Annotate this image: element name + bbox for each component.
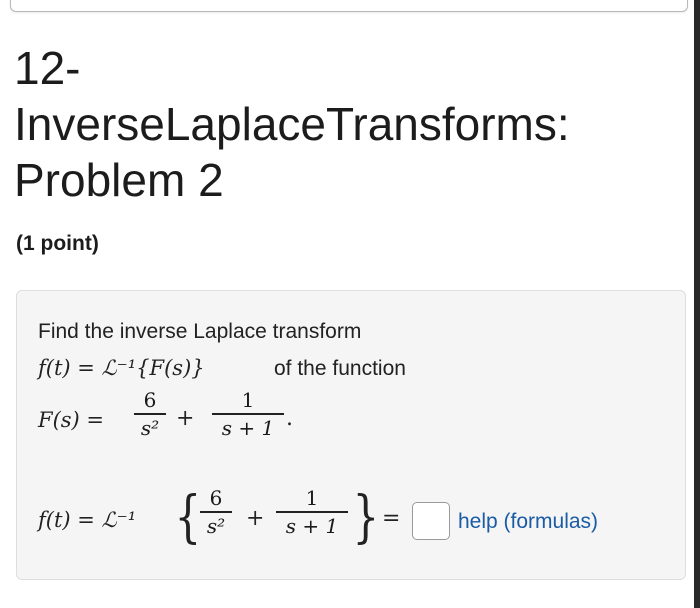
answer-frac2-bar (276, 511, 348, 513)
title-line-3: Problem 2 (14, 154, 224, 206)
of-function-text: of the function (274, 357, 406, 380)
brace-close: } (352, 485, 380, 550)
title-line-1: 12- (14, 42, 81, 94)
frac2-denominator: s + 1 (221, 415, 275, 440)
scroll-edge (694, 0, 700, 608)
top-card-edge (10, 0, 688, 12)
plus-sign: + (176, 406, 195, 431)
ft-definition: f(t) = ℒ⁻¹{F(s)} (38, 356, 205, 380)
frac1-bar (134, 413, 166, 415)
answer-fraction-1-over-s-plus-1: 1 s + 1 (276, 486, 348, 538)
answer-frac2-numerator: 1 (305, 486, 319, 510)
points-label: (1 point) (16, 232, 99, 255)
fraction-1-over-s-plus-1: 1 s + 1 (212, 388, 284, 440)
brace-open: { (174, 485, 202, 550)
Fs-lhs: F(s) = (38, 408, 105, 432)
help-formulas-link[interactable]: help (formulas) (458, 510, 598, 534)
answer-frac1-bar (200, 511, 232, 513)
title-line-2: InverseLaplaceTransforms: (14, 98, 570, 150)
fraction-6-over-s2: 6 s² (134, 388, 166, 440)
answer-equals: = (382, 506, 401, 531)
frac1-numerator: 6 (143, 388, 157, 412)
instruction-text: Find the inverse Laplace transform (38, 320, 362, 343)
period: . (286, 406, 293, 431)
answer-plus-sign: + (246, 506, 265, 531)
frac2-bar (212, 413, 284, 415)
frac1-denominator: s² (140, 415, 160, 440)
answer-frac1-numerator: 6 (209, 486, 223, 510)
problem-title: 12- InverseLaplaceTransforms: Problem 2 (14, 40, 694, 208)
answer-frac2-denominator: s + 1 (285, 513, 339, 538)
frac2-numerator: 1 (241, 388, 255, 412)
answer-lhs: f(t) = ℒ⁻¹ (38, 508, 137, 532)
answer-frac1-denominator: s² (206, 513, 226, 538)
answer-fraction-6-over-s2: 6 s² (200, 486, 232, 538)
answer-input[interactable] (412, 502, 450, 540)
